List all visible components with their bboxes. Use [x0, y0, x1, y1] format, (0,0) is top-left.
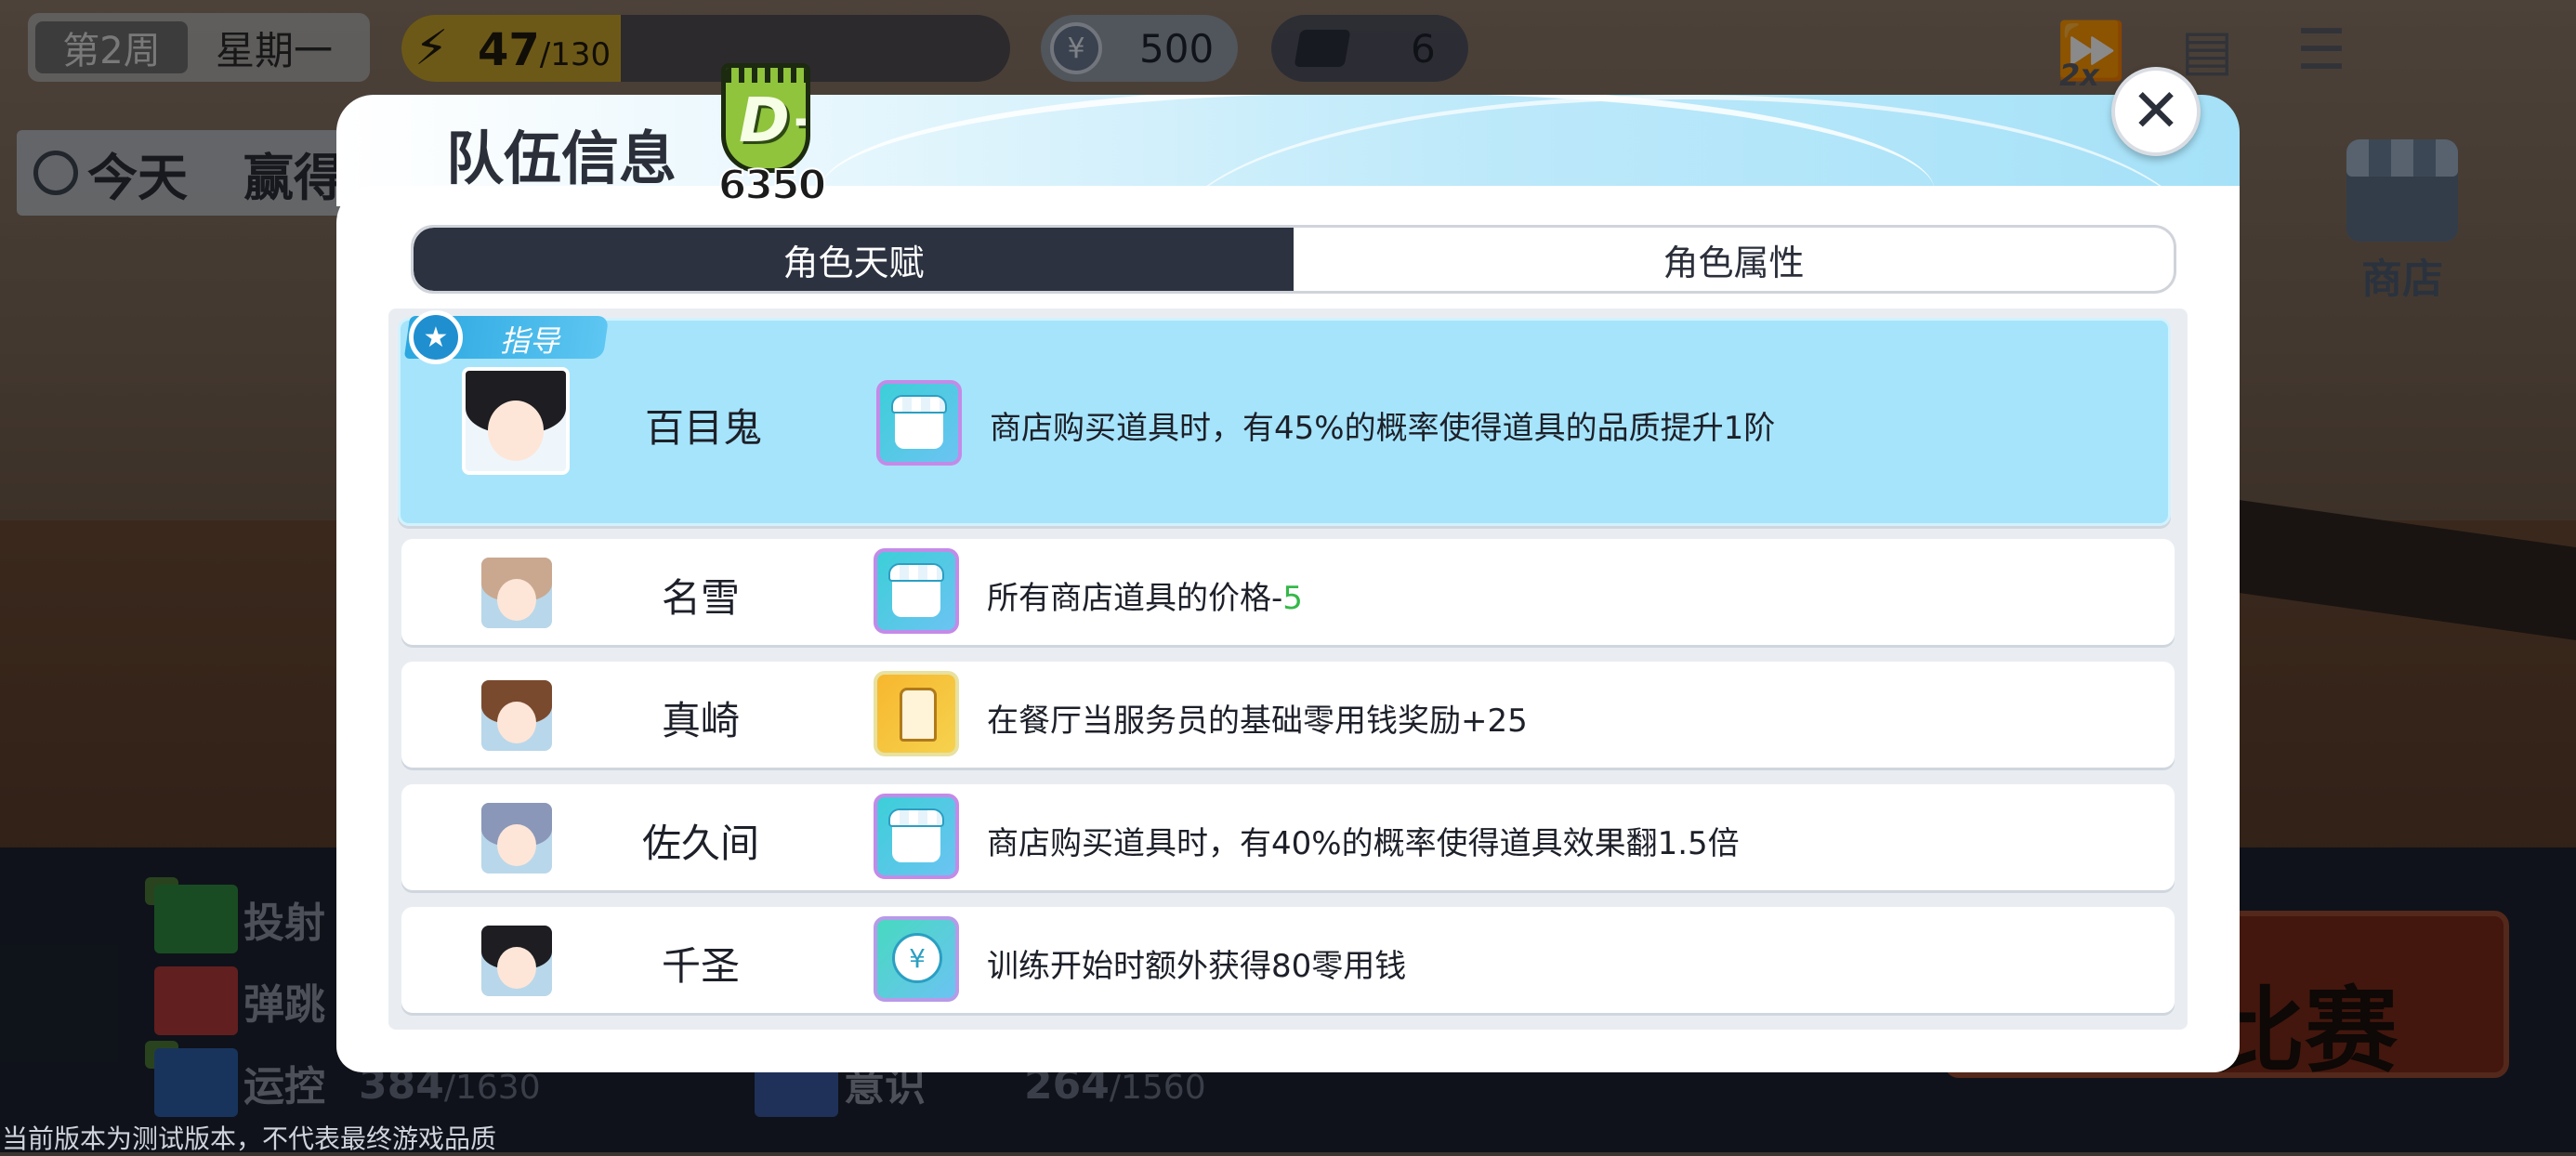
- talent-description: 训练开始时额外获得80零用钱: [987, 948, 1407, 985]
- talent-row[interactable]: 佐久间 商店购买道具时，有40%的概率使得道具效果翻1.5倍: [401, 784, 2175, 890]
- character-avatar: [481, 680, 552, 751]
- shop-icon: [874, 548, 959, 634]
- character-name: 真崎: [661, 698, 740, 743]
- talent-description: 所有商店道具的价格-5: [987, 580, 1303, 617]
- mentor-tag-label: 指导: [500, 323, 560, 359]
- rank-score: 6350: [717, 161, 827, 210]
- star-icon: ★: [409, 310, 463, 364]
- talent-row[interactable]: 千圣 ¥ 训练开始时额外获得80零用钱: [401, 907, 2175, 1013]
- shop-icon: [874, 794, 959, 879]
- close-button[interactable]: ✕: [2111, 67, 2201, 156]
- character-name: 名雪: [661, 575, 740, 621]
- character-avatar: [462, 367, 570, 475]
- vest-icon: [874, 671, 959, 756]
- character-avatar: [481, 803, 552, 874]
- coin-icon: ¥: [874, 916, 959, 1002]
- rank-shield-icon: D+: [721, 63, 810, 173]
- team-rank-badge: D+ 6350: [716, 63, 827, 210]
- talent-row[interactable]: 真崎 在餐厅当服务员的基础零用钱奖励+25: [401, 662, 2175, 768]
- tab-character-talents[interactable]: 角色天赋: [414, 228, 1294, 291]
- rank-letter: D+: [739, 85, 806, 156]
- close-icon: ✕: [2131, 77, 2181, 146]
- talent-description: 商店购买道具时，有45%的概率使得道具的品质提升1阶: [990, 410, 1776, 447]
- character-name: 佐久间: [641, 821, 759, 866]
- talent-description: 商店购买道具时，有40%的概率使得道具效果翻1.5倍: [987, 825, 1740, 862]
- version-note: 当前版本为测试版本，不代表最终游戏品质: [2, 1123, 497, 1154]
- talent-row-mentor[interactable]: 百目鬼 商店购买道具时，有45%的概率使得道具的品质提升1阶: [398, 318, 2171, 526]
- character-avatar: [481, 558, 552, 628]
- team-info-dialog: 队伍信息 D+ 6350 ✕ 角色天赋 角色属性 百目鬼 商店购买道具时，有45…: [336, 63, 2240, 1072]
- character-name: 千圣: [661, 943, 740, 989]
- dialog-title: 队伍信息: [446, 125, 677, 192]
- shop-icon: [876, 380, 962, 466]
- character-avatar: [481, 926, 552, 996]
- talent-description: 在餐厅当服务员的基础零用钱奖励+25: [987, 703, 1528, 740]
- character-name: 百目鬼: [644, 405, 762, 451]
- tab-bar: 角色天赋 角色属性: [411, 225, 2176, 294]
- talent-row[interactable]: 名雪 所有商店道具的价格-5: [401, 539, 2175, 645]
- tab-character-attributes[interactable]: 角色属性: [1294, 228, 2174, 291]
